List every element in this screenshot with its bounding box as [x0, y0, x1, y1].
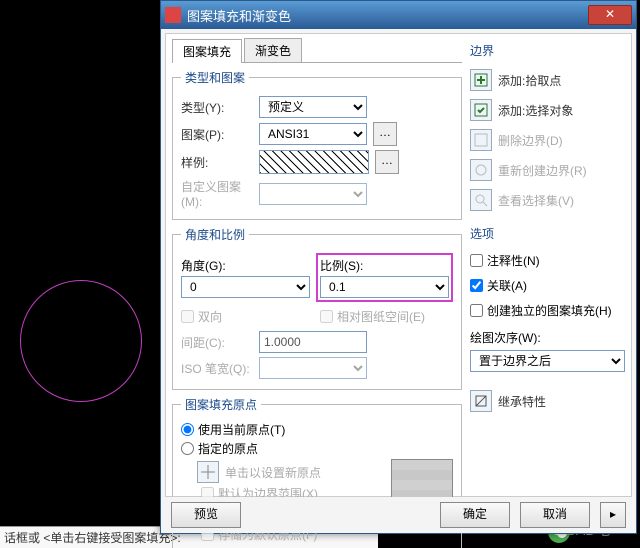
inherit-props-button[interactable]: 继承特性: [470, 390, 625, 412]
group-type-pattern: 类型和图案 类型(Y): 预定义 图案(P): ANSI31 … 样例: …: [172, 69, 462, 220]
label-angle: 角度(G):: [181, 257, 310, 274]
select-pattern[interactable]: ANSI31: [259, 123, 367, 145]
tab-strip: 图案填充 渐变色: [172, 40, 462, 63]
expand-button[interactable]: ▸: [600, 502, 626, 528]
magnifier-icon: [470, 189, 492, 211]
crosshair-icon: [197, 461, 219, 483]
label-spacing: 间距(C):: [181, 334, 253, 351]
close-button[interactable]: ✕: [588, 5, 632, 25]
view-selection-button: 查看选择集(V): [470, 189, 625, 211]
checkbox-double: [181, 310, 194, 323]
select-draw-order[interactable]: 置于边界之后: [470, 350, 625, 372]
recreate-boundary-button: 重新创建边界(R): [470, 159, 625, 181]
preview-button[interactable]: 预览: [171, 502, 241, 528]
label-pattern: 图案(P):: [181, 126, 253, 143]
remove-icon: [470, 129, 492, 151]
pattern-browse-button[interactable]: …: [373, 122, 397, 146]
label-sample: 样例:: [181, 154, 253, 171]
label-custom: 自定义图案(M):: [181, 178, 253, 209]
tab-hatch[interactable]: 图案填充: [172, 39, 242, 63]
select-icon: [470, 99, 492, 121]
add-pickpoint-button[interactable]: 添加:拾取点: [470, 69, 625, 91]
select-iso: [259, 357, 367, 379]
checkbox-relpaper: [320, 310, 333, 323]
app-icon: [165, 7, 181, 23]
click-set-origin-button: 单击以设置新原点: [197, 461, 383, 483]
remove-boundary-button: 删除边界(D): [470, 129, 625, 151]
input-spacing: [259, 331, 367, 353]
tab-gradient[interactable]: 渐变色: [244, 38, 302, 62]
checkbox-separate[interactable]: [470, 304, 483, 317]
checkbox-associative[interactable]: [470, 279, 483, 292]
label-draw-order: 绘图次序(W):: [470, 329, 625, 346]
title-text: 图案填充和渐变色: [187, 6, 588, 25]
sample-browse-button[interactable]: …: [375, 150, 399, 174]
sample-swatch[interactable]: [259, 150, 369, 174]
legend-origin: 图案填充原点: [181, 396, 261, 413]
recreate-icon: [470, 159, 492, 181]
boundaries-title: 边界: [470, 42, 625, 59]
hatch-dialog: 图案填充和渐变色 ✕ 图案填充 渐变色 类型和图案 类型(Y): 预定义 图案(…: [160, 0, 637, 534]
radio-use-current[interactable]: [181, 423, 194, 436]
label-scale: 比例(S):: [320, 257, 449, 274]
select-scale[interactable]: 0.1: [320, 276, 449, 298]
legend-type-pattern: 类型和图案: [181, 69, 249, 86]
label-type: 类型(Y):: [181, 99, 253, 116]
add-select-button[interactable]: 添加:选择对象: [470, 99, 625, 121]
drawing-circle: [20, 280, 142, 402]
plus-icon: [470, 69, 492, 91]
select-angle[interactable]: 0: [181, 276, 310, 298]
select-custom: [259, 183, 367, 205]
title-bar[interactable]: 图案填充和渐变色 ✕: [161, 1, 636, 29]
select-type[interactable]: 预定义: [259, 96, 367, 118]
options-title: 选项: [470, 225, 625, 242]
ok-button[interactable]: 确定: [440, 502, 510, 528]
inherit-icon: [470, 390, 492, 412]
legend-angle-scale: 角度和比例: [181, 226, 249, 243]
label-iso: ISO 笔宽(Q):: [181, 360, 253, 377]
scale-highlight: 比例(S): 0.1: [316, 253, 453, 302]
cancel-button[interactable]: 取消: [520, 502, 590, 528]
group-angle-scale: 角度和比例 角度(G): 0 比例(S): 0.1 双向 相对图纸空间: [172, 226, 462, 390]
checkbox-annotative[interactable]: [470, 254, 483, 267]
radio-specified[interactable]: [181, 442, 194, 455]
dialog-footer: 预览 确定 取消 ▸: [161, 497, 636, 533]
